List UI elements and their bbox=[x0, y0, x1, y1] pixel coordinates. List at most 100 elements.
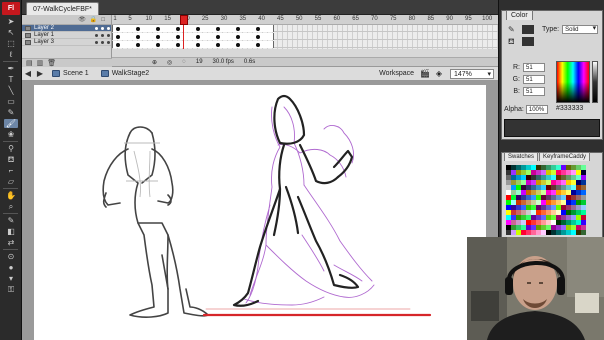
zoom-select[interactable]: 147% bbox=[450, 68, 494, 79]
frame-rate[interactable]: 30.0 fps bbox=[213, 59, 234, 65]
layer-row[interactable]: Layer 1 bbox=[22, 32, 111, 39]
keyframe-marker[interactable] bbox=[236, 43, 240, 47]
color-swatch[interactable] bbox=[581, 230, 586, 235]
keyframe-marker[interactable] bbox=[156, 43, 160, 47]
workspace-menu[interactable]: Workspace bbox=[375, 70, 418, 77]
fill-color-swatch[interactable] bbox=[522, 37, 534, 46]
free-transform-tool-icon[interactable]: ⬚ bbox=[4, 39, 18, 48]
flash-logo: Fl bbox=[2, 2, 20, 15]
keyframe-marker[interactable] bbox=[156, 35, 160, 39]
color-panel-tab[interactable]: Color bbox=[506, 10, 533, 20]
keyframe-marker[interactable] bbox=[196, 43, 200, 47]
keyframe-marker[interactable] bbox=[216, 35, 220, 39]
color-spectrum[interactable] bbox=[556, 61, 590, 103]
elapsed-time: 0.6s bbox=[243, 59, 256, 65]
stroke-color-icon[interactable]: ✎ bbox=[508, 25, 520, 34]
edit-scene-icon[interactable]: 🎬 bbox=[420, 69, 430, 78]
rectangle-tool-icon[interactable]: ▭ bbox=[4, 97, 18, 106]
swatch-grid[interactable] bbox=[506, 165, 586, 235]
deco-tool-icon[interactable]: ❀ bbox=[4, 130, 18, 139]
edit-symbol-icon[interactable]: ◈ bbox=[434, 69, 444, 78]
layer-toolbar: ▤ ▥ 🗑 bbox=[22, 58, 112, 67]
outline-icon[interactable]: □ bbox=[101, 17, 105, 23]
fill-color-icon[interactable]: ◧ bbox=[4, 227, 18, 236]
onion-skin-icon[interactable]: ◎ bbox=[167, 59, 172, 66]
blue-input[interactable]: 51 bbox=[523, 87, 545, 96]
line-tool-icon[interactable]: ╲ bbox=[4, 86, 18, 95]
lock-fill-icon[interactable]: ⚿ bbox=[4, 285, 18, 294]
keyframe-marker[interactable] bbox=[256, 43, 260, 47]
keyframe-marker[interactable] bbox=[116, 35, 120, 39]
frame-row-layer-3[interactable] bbox=[112, 41, 498, 48]
eyedropper-tool-icon[interactable]: ⌐ bbox=[4, 166, 18, 175]
stroke-color-icon[interactable]: ✎ bbox=[4, 216, 18, 225]
eye-icon[interactable]: 👁 bbox=[78, 16, 86, 23]
swap-colors-icon[interactable]: ⇄ bbox=[4, 238, 18, 247]
stage-pasteboard[interactable] bbox=[22, 81, 498, 340]
subselection-tool-icon[interactable]: ↖ bbox=[4, 28, 18, 37]
red-input[interactable]: 51 bbox=[523, 63, 545, 72]
keyframe-marker[interactable] bbox=[116, 43, 120, 47]
center-frame-icon[interactable]: ⊕ bbox=[152, 59, 157, 66]
pen-tool-icon[interactable]: ✒ bbox=[4, 64, 18, 73]
green-input[interactable]: 51 bbox=[523, 75, 545, 84]
keyframe-marker[interactable] bbox=[216, 27, 220, 31]
keyframe-marker[interactable] bbox=[136, 27, 140, 31]
document-tab[interactable]: 07-WalkCycleFBF* bbox=[26, 2, 99, 15]
keyframe-marker[interactable] bbox=[196, 27, 200, 31]
frame-grid[interactable] bbox=[112, 25, 498, 49]
selection-tool-icon[interactable]: ➤ bbox=[4, 17, 18, 26]
new-layer-icon[interactable]: ▤ bbox=[26, 59, 33, 67]
onion-outline-icon[interactable]: ◌ bbox=[182, 59, 186, 65]
layer-state[interactable] bbox=[95, 40, 111, 44]
keyframe-marker[interactable] bbox=[136, 43, 140, 47]
breadcrumb-scene[interactable]: Scene 1 bbox=[46, 70, 95, 77]
forward-arrow-icon[interactable]: ▶ bbox=[34, 69, 46, 78]
frame-row-layer-2[interactable] bbox=[112, 25, 498, 32]
keyframe-marker[interactable] bbox=[116, 27, 120, 31]
brush-tool-icon[interactable]: 🖌 bbox=[4, 119, 18, 128]
keyframe-marker[interactable] bbox=[236, 35, 240, 39]
lasso-tool-icon[interactable]: ℓ bbox=[4, 50, 18, 59]
back-arrow-icon[interactable]: ◀ bbox=[22, 69, 34, 78]
keyframe-marker[interactable] bbox=[256, 35, 260, 39]
brightness-slider[interactable] bbox=[592, 61, 598, 103]
layer-row[interactable]: Layer 3 bbox=[22, 39, 111, 46]
hand-tool-icon[interactable]: ✋ bbox=[4, 191, 18, 200]
keyframe-marker[interactable] bbox=[216, 43, 220, 47]
playhead-handle[interactable] bbox=[180, 15, 188, 25]
breadcrumb-symbol[interactable]: WalkStage2 bbox=[95, 70, 155, 77]
paint-bucket-tool-icon[interactable]: ⛾ bbox=[4, 155, 18, 164]
brush-size-icon[interactable]: ● bbox=[4, 263, 18, 272]
tab-keyframecaddy[interactable]: KeyframeCaddy bbox=[539, 152, 591, 161]
new-folder-icon[interactable]: ▥ bbox=[37, 59, 44, 67]
bone-tool-icon[interactable]: ⚲ bbox=[4, 144, 18, 153]
keyframe-marker[interactable] bbox=[136, 35, 140, 39]
text-tool-icon[interactable]: T bbox=[4, 75, 18, 84]
brush-shape-icon[interactable]: ▾ bbox=[4, 274, 18, 283]
pencil-tool-icon[interactable]: ✎ bbox=[4, 108, 18, 117]
stage-canvas[interactable] bbox=[34, 85, 486, 340]
delete-layer-icon[interactable]: 🗑 bbox=[47, 59, 56, 67]
keyframe-marker[interactable] bbox=[236, 27, 240, 31]
layer-state[interactable] bbox=[95, 33, 111, 37]
keyframe-marker[interactable] bbox=[196, 35, 200, 39]
lock-icon[interactable]: 🔒 bbox=[90, 16, 97, 23]
zoom-tool-icon[interactable]: ⌕ bbox=[4, 202, 18, 211]
snap-to-objects-icon[interactable]: ⊙ bbox=[4, 252, 18, 261]
stroke-color-swatch[interactable] bbox=[522, 25, 534, 34]
frame-row-layer-1[interactable] bbox=[112, 33, 498, 40]
playhead[interactable] bbox=[180, 15, 188, 49]
frame-ruler[interactable]: 1510152025303540455055606570758085909510… bbox=[112, 15, 498, 25]
color-type-select[interactable]: Solid bbox=[562, 25, 599, 34]
keyframe-marker[interactable] bbox=[156, 27, 160, 31]
eraser-tool-icon[interactable]: ▱ bbox=[4, 177, 18, 186]
tab-swatches[interactable]: Swatches bbox=[504, 152, 539, 161]
alpha-row: Alpha: 100% bbox=[504, 105, 548, 114]
alpha-input[interactable]: 100% bbox=[525, 105, 548, 114]
keyframe-marker[interactable] bbox=[256, 27, 260, 31]
layer-row[interactable]: Layer 2 bbox=[22, 25, 111, 32]
hex-value[interactable]: #333333 bbox=[556, 105, 583, 112]
layer-state[interactable] bbox=[95, 26, 111, 30]
fill-bucket-icon[interactable]: ⛾ bbox=[508, 37, 520, 46]
